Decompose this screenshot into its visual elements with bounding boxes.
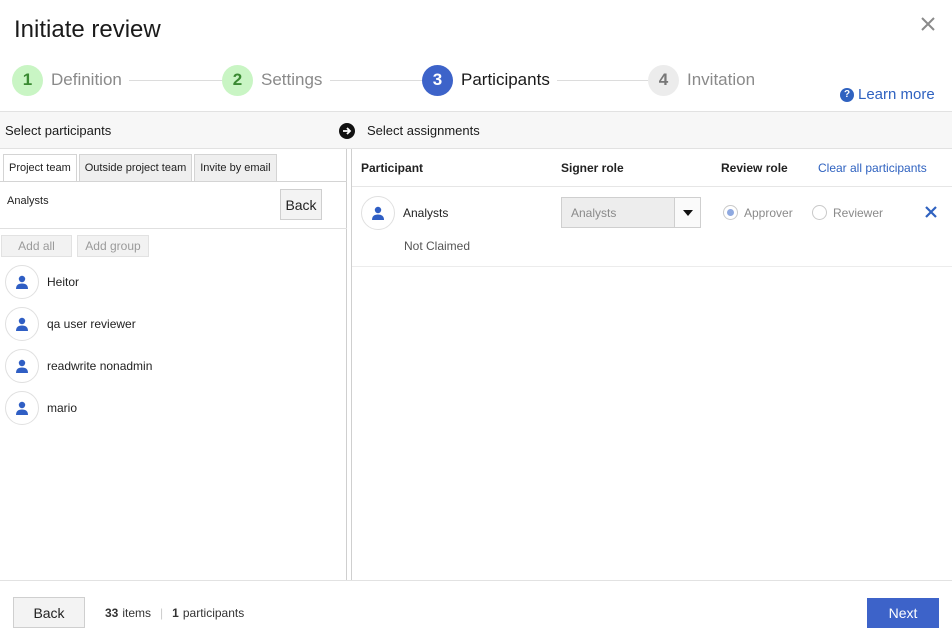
person-name: qa user reviewer bbox=[47, 317, 136, 331]
participant-name: Analysts bbox=[403, 206, 449, 220]
step-connector bbox=[129, 80, 223, 81]
back-button[interactable]: Back bbox=[13, 597, 85, 628]
add-all-button[interactable]: Add all bbox=[1, 235, 72, 257]
reviewer-radio[interactable]: Reviewer bbox=[812, 205, 883, 220]
column-signer-role: Signer role bbox=[561, 161, 624, 175]
assignments-panel: Participant Signer role Review role Clea… bbox=[351, 149, 952, 581]
approver-label: Approver bbox=[744, 205, 793, 220]
learn-more-label: Learn more bbox=[858, 86, 935, 103]
step-settings[interactable]: 2 Settings bbox=[222, 64, 322, 96]
table-row: Analysts Not Claimed Analysts Approver R… bbox=[352, 187, 952, 267]
user-icon bbox=[5, 265, 39, 299]
dialog-title: Initiate review bbox=[14, 16, 161, 43]
signer-role-value: Analysts bbox=[571, 205, 617, 220]
claim-status: Not Claimed bbox=[404, 239, 471, 253]
tab-outside-project-team[interactable]: Outside project team bbox=[78, 154, 193, 182]
radio-indicator bbox=[723, 205, 738, 220]
assignments-table-header: Participant Signer role Review role Clea… bbox=[352, 149, 952, 187]
tab-divider bbox=[0, 181, 347, 182]
dropdown-toggle[interactable] bbox=[674, 198, 700, 227]
user-icon bbox=[5, 391, 39, 425]
help-icon: ? bbox=[840, 87, 854, 102]
person-name: mario bbox=[47, 401, 78, 415]
step-number: 4 bbox=[648, 64, 679, 96]
person-name: Heitor bbox=[47, 275, 80, 289]
list-item[interactable]: qa user reviewer bbox=[5, 307, 136, 341]
items-label: items bbox=[122, 606, 152, 620]
clear-all-participants-link[interactable]: Clear all participants bbox=[818, 161, 927, 175]
approver-radio[interactable]: Approver bbox=[723, 205, 793, 220]
dialog-footer: Back 33 items | 1 participants Next bbox=[0, 580, 952, 642]
list-item[interactable]: mario bbox=[5, 391, 77, 425]
user-icon bbox=[5, 307, 39, 341]
participants-panel: Project team Outside project team Invite… bbox=[0, 149, 347, 581]
user-icon bbox=[5, 349, 39, 383]
radio-indicator bbox=[812, 205, 827, 220]
step-label: Settings bbox=[261, 70, 323, 89]
step-participants[interactable]: 3 Participants bbox=[422, 64, 550, 96]
add-group-button[interactable]: Add group bbox=[77, 235, 149, 257]
step-number: 3 bbox=[422, 64, 453, 96]
step-label: Definition bbox=[51, 70, 122, 89]
step-label: Invitation bbox=[687, 70, 756, 89]
step-invitation[interactable]: 4 Invitation bbox=[648, 64, 755, 96]
tab-invite-by-email[interactable]: Invite by email bbox=[194, 154, 277, 182]
step-number: 2 bbox=[222, 64, 253, 96]
step-number: 1 bbox=[12, 64, 43, 96]
participant-source-tabs: Project team Outside project team Invite… bbox=[3, 154, 279, 182]
column-review-role: Review role bbox=[721, 161, 788, 175]
step-connector bbox=[330, 80, 426, 81]
section-header-bar: Select participants Select assignments bbox=[0, 111, 952, 149]
list-item[interactable]: readwrite nonadmin bbox=[5, 349, 152, 383]
signer-role-select[interactable]: Analysts bbox=[561, 197, 701, 228]
group-icon bbox=[361, 196, 395, 230]
caret-down-icon bbox=[682, 209, 693, 216]
step-label: Participants bbox=[461, 70, 550, 89]
stepper: 1 Definition 2 Settings 3 Participants 4… bbox=[12, 64, 772, 98]
person-name: readwrite nonadmin bbox=[47, 359, 153, 373]
reviewer-label: Reviewer bbox=[833, 205, 884, 220]
step-connector bbox=[557, 80, 649, 81]
select-assignments-label: Select assignments bbox=[367, 123, 480, 138]
items-count: 33 bbox=[105, 606, 119, 620]
arrow-right-icon bbox=[339, 123, 355, 139]
selection-summary: 33 items | 1 participants bbox=[105, 606, 244, 620]
list-item[interactable]: Heitor bbox=[5, 265, 79, 299]
tab-project-team[interactable]: Project team bbox=[3, 154, 77, 182]
select-participants-label: Select participants bbox=[5, 123, 112, 138]
group-back-button[interactable]: Back bbox=[280, 189, 322, 220]
group-breadcrumb: Analysts bbox=[7, 195, 49, 207]
divider: | bbox=[160, 606, 164, 620]
next-button[interactable]: Next bbox=[867, 598, 939, 628]
column-participant: Participant bbox=[361, 161, 424, 175]
learn-more-link[interactable]: ? Learn more bbox=[840, 86, 935, 103]
remove-participant-icon[interactable] bbox=[924, 205, 938, 219]
participants-label: participants bbox=[182, 606, 245, 620]
step-definition[interactable]: 1 Definition bbox=[12, 64, 122, 96]
close-icon[interactable] bbox=[916, 12, 940, 36]
divider bbox=[0, 228, 347, 229]
participants-count: 1 bbox=[172, 606, 179, 620]
